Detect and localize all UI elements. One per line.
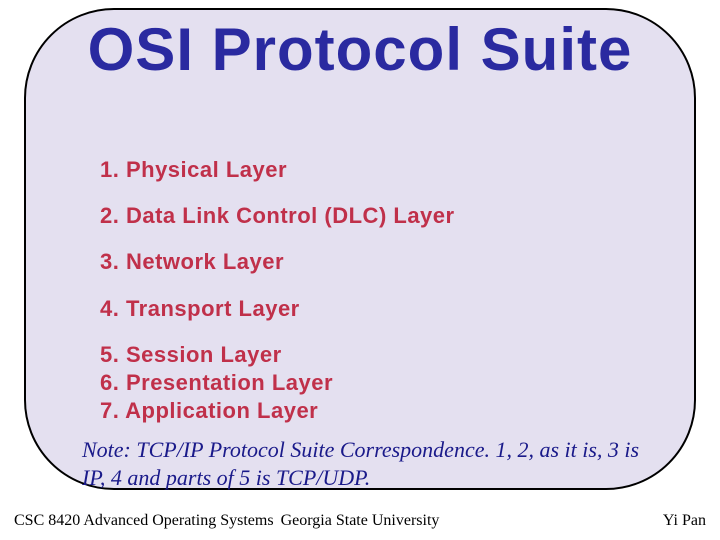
- slide: OSI Protocol Suite 1. Physical Layer 2. …: [0, 0, 720, 540]
- layer-item-5: 5. Session Layer: [100, 343, 640, 367]
- layer-item-2: 2. Data Link Control (DLC) Layer: [100, 204, 640, 228]
- note-text: Note: TCP/IP Protocol Suite Corresponden…: [82, 436, 650, 491]
- footer-right: Yi Pan: [663, 512, 706, 530]
- footer-left: CSC 8420 Advanced Operating Systems: [14, 512, 274, 530]
- layer-item-7: 7. Application Layer: [100, 399, 640, 423]
- layer-list: 1. Physical Layer 2. Data Link Control (…: [100, 158, 640, 433]
- layer-item-6: 6. Presentation Layer: [100, 371, 640, 395]
- footer: CSC 8420 Advanced Operating Systems Geor…: [0, 512, 720, 530]
- layer-item-3: 3. Network Layer: [100, 250, 640, 274]
- slide-title: OSI Protocol Suite: [0, 20, 720, 80]
- layer-item-1: 1. Physical Layer: [100, 158, 640, 182]
- layer-item-4: 4. Transport Layer: [100, 297, 640, 321]
